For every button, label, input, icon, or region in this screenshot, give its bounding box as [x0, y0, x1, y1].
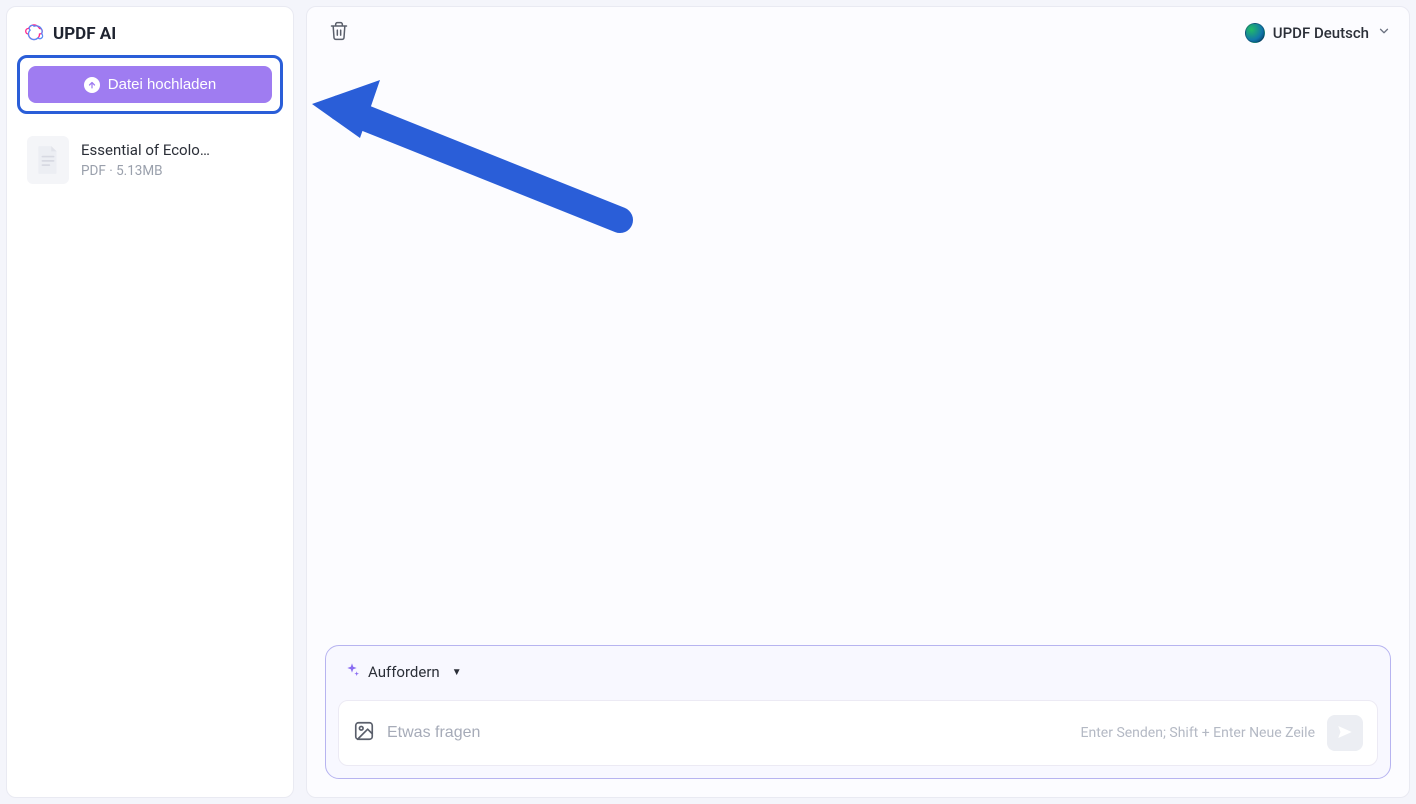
globe-icon — [1245, 23, 1265, 43]
image-icon[interactable] — [353, 720, 375, 746]
sidebar-header: UPDF AI — [17, 17, 283, 55]
prompt-mode-label: Auffordern — [368, 663, 440, 681]
sidebar: UPDF AI Datei hochladen Essential of Eco… — [6, 6, 294, 798]
caret-down-icon: ▼ — [452, 667, 462, 678]
file-thumb-icon — [27, 136, 69, 184]
upload-file-button[interactable]: Datei hochladen — [28, 66, 272, 103]
topbar: UPDF Deutsch — [307, 7, 1409, 58]
input-hint: Enter Senden; Shift + Enter Neue Zeile — [1081, 725, 1315, 741]
app-logo-icon — [23, 23, 45, 45]
language-selector[interactable]: UPDF Deutsch — [1245, 23, 1391, 43]
file-list-item[interactable]: Essential of Ecolo… PDF · 5.13MB — [17, 124, 283, 196]
upload-icon — [84, 77, 100, 93]
file-subtext: PDF · 5.13MB — [81, 163, 210, 179]
language-label: UPDF Deutsch — [1273, 24, 1369, 42]
prompt-input[interactable] — [387, 724, 1069, 742]
prompt-input-row: Enter Senden; Shift + Enter Neue Zeile — [338, 700, 1378, 766]
prompt-mode-selector[interactable]: Auffordern ▼ — [338, 658, 1378, 686]
sparkle-icon — [344, 662, 360, 682]
send-button[interactable] — [1327, 715, 1363, 751]
upload-highlight-box: Datei hochladen — [17, 55, 283, 114]
delete-button[interactable] — [325, 17, 353, 48]
send-icon — [1336, 723, 1354, 744]
prompt-box: Auffordern ▼ Enter Senden; Shift + Enter… — [325, 645, 1391, 779]
app-title: UPDF AI — [53, 24, 116, 44]
upload-button-label: Datei hochladen — [108, 76, 216, 93]
chat-content-area — [307, 58, 1409, 645]
file-meta: Essential of Ecolo… PDF · 5.13MB — [81, 141, 210, 179]
main-panel: UPDF Deutsch Auffordern ▼ Enter S — [306, 6, 1410, 798]
chevron-down-icon — [1377, 24, 1391, 42]
file-name: Essential of Ecolo… — [81, 141, 210, 159]
trash-icon — [329, 29, 349, 44]
